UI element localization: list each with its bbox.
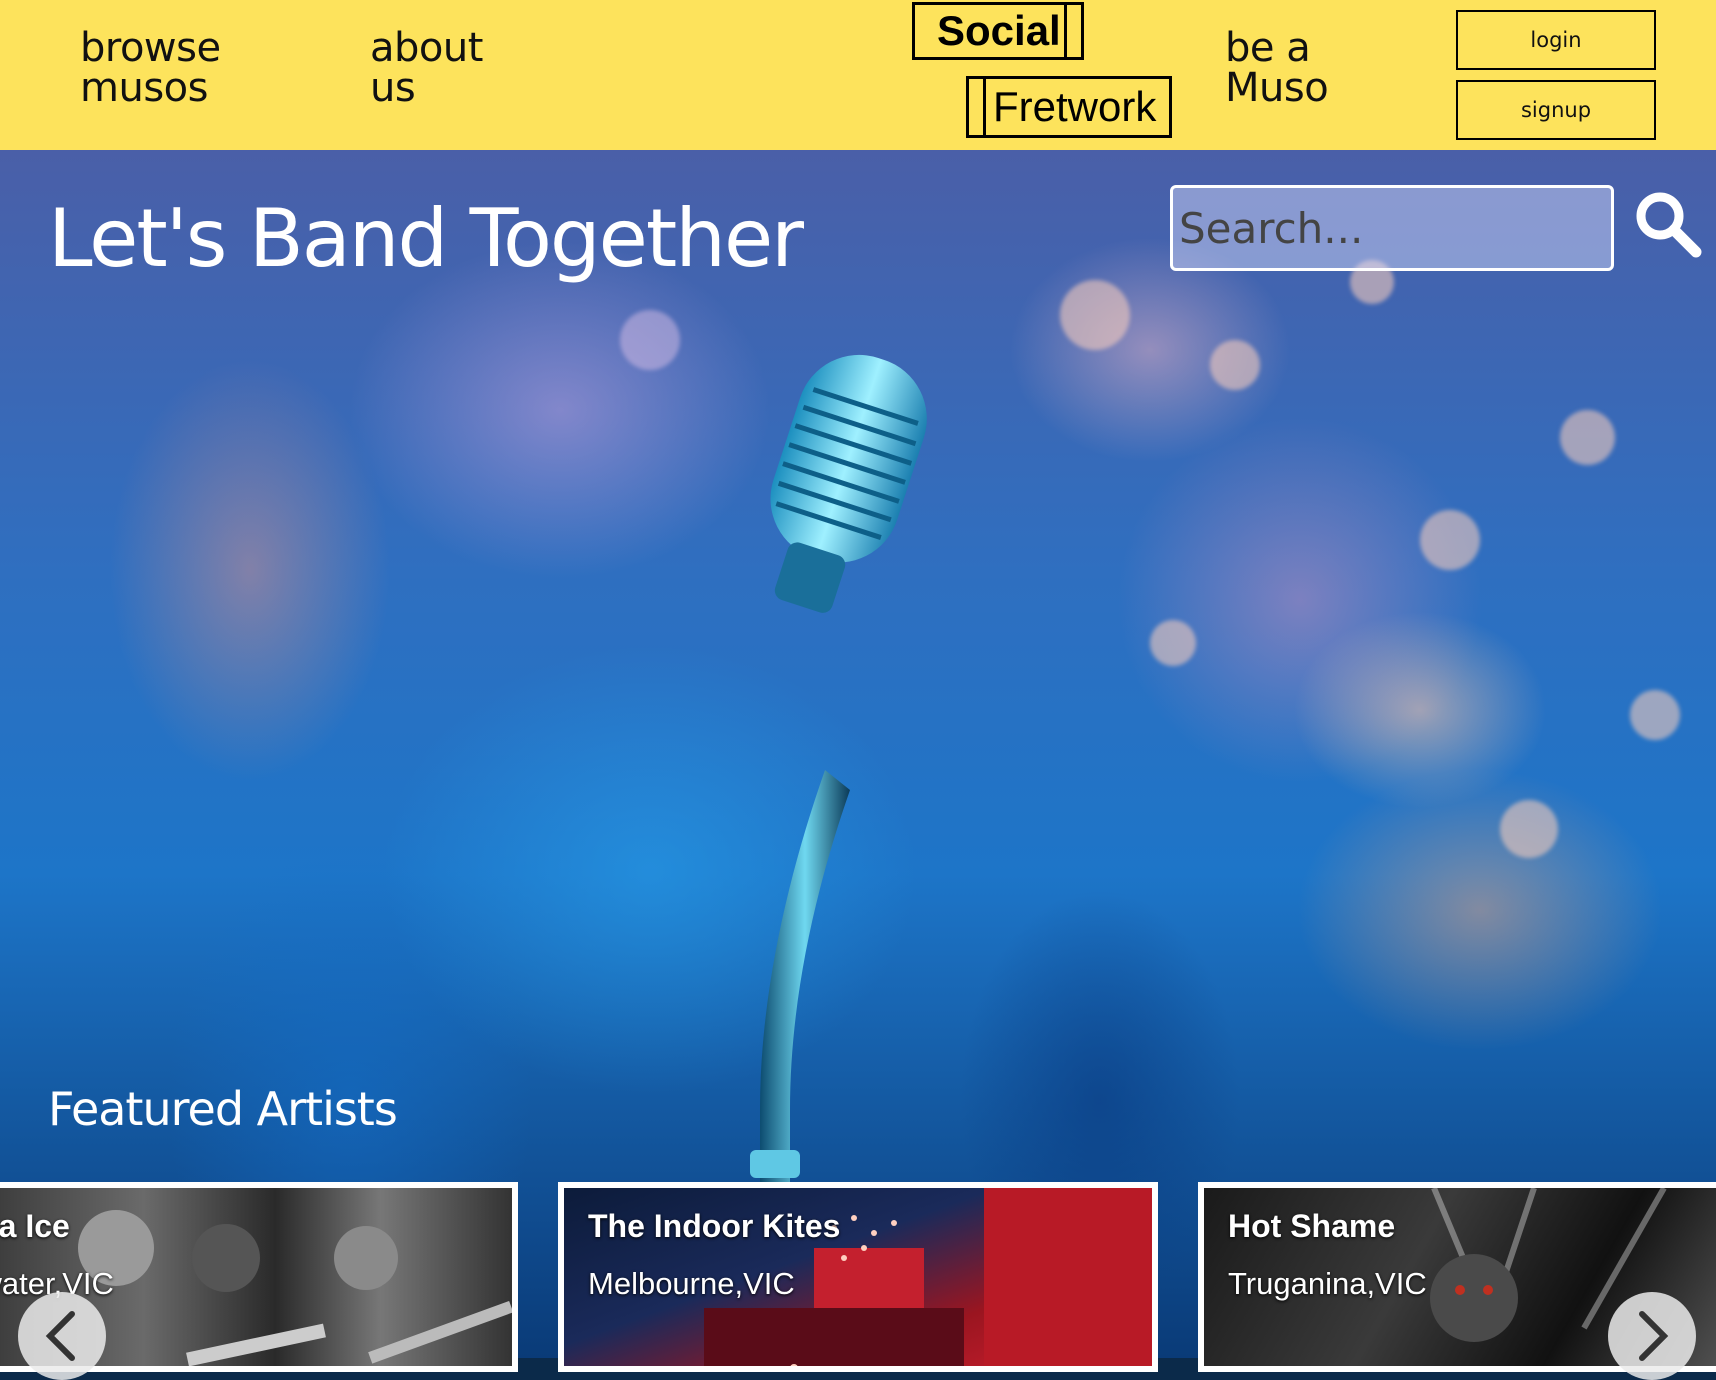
nav-about-us[interactable]: about us — [370, 28, 483, 108]
search-button[interactable] — [1632, 188, 1704, 260]
chevron-left-icon — [45, 1311, 75, 1361]
hero-title: Let's Band Together — [48, 192, 804, 285]
artist-name: illa Ice — [0, 1208, 70, 1244]
logo-fretwork-text: Fretwork — [993, 83, 1157, 130]
signup-button[interactable]: signup — [1456, 80, 1656, 140]
bokeh-light — [1630, 690, 1680, 740]
site-header: browse musos about us Social Fretwork be… — [0, 0, 1716, 150]
nav-about-line2: us — [370, 65, 416, 111]
search-input[interactable] — [1170, 185, 1614, 271]
logo-divider — [1064, 5, 1067, 57]
bokeh-light — [620, 310, 680, 370]
artist-card[interactable]: The Indoor Kites Melbourne,VIC — [558, 1182, 1158, 1372]
logo-divider — [983, 79, 986, 135]
logo-social-text: Social — [937, 7, 1061, 54]
artist-location: Melbourne,VIC — [588, 1266, 795, 1301]
hero-banner: Let's Band Together Featured Artists — [0, 150, 1716, 1358]
nav-be-a-muso[interactable]: be a Muso — [1225, 25, 1329, 111]
logo-fretwork: Fretwork — [966, 76, 1172, 138]
bokeh-light — [1060, 280, 1130, 350]
carousel-next-button[interactable] — [1608, 1292, 1696, 1380]
nav-muso-line2: Muso — [1225, 65, 1329, 111]
bokeh-light — [1500, 800, 1558, 858]
artist-name: The Indoor Kites — [588, 1208, 841, 1244]
nav-muso-line1: be a — [1225, 25, 1311, 71]
nav-browse-line2: musos — [80, 65, 208, 111]
carousel-prev-button[interactable] — [18, 1292, 106, 1380]
artist-location: Truganina,VIC — [1228, 1266, 1427, 1301]
nav-about-line1: about — [370, 25, 483, 71]
bokeh-light — [1150, 620, 1196, 666]
artist-name: Hot Shame — [1228, 1208, 1396, 1244]
logo-social: Social — [912, 2, 1084, 60]
nav-browse-line1: browse — [80, 25, 221, 71]
search-icon — [1636, 192, 1702, 258]
chevron-right-icon — [1639, 1311, 1669, 1361]
bokeh-light — [1420, 510, 1480, 570]
bokeh-light — [1210, 340, 1260, 390]
featured-artists-title: Featured Artists — [48, 1082, 398, 1136]
nav-browse-musos[interactable]: browse musos — [80, 28, 221, 108]
bokeh-light — [1560, 410, 1615, 465]
login-button[interactable]: login — [1456, 10, 1656, 70]
